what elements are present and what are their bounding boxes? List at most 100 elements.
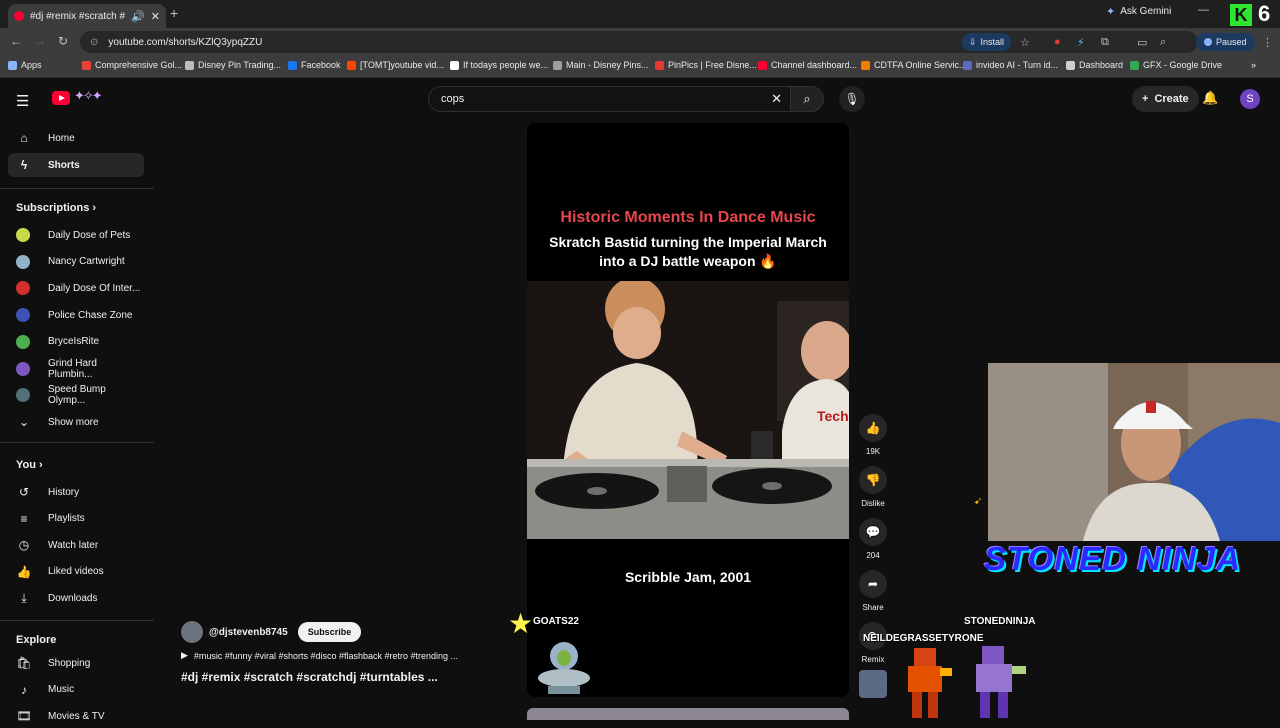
reload-icon[interactable]: ↻ xyxy=(58,34,68,48)
sidebar-item-liked-videos[interactable]: 👍 Liked videos xyxy=(8,560,144,584)
bookmark-item[interactable]: Comprehensive Gol... xyxy=(82,60,182,70)
voice-search-button[interactable]: 🎙 xyxy=(839,86,865,112)
share-button[interactable]: ➦ Share xyxy=(855,570,891,612)
next-short-thumbnail[interactable] xyxy=(527,708,849,720)
liked-icon: 👍 xyxy=(16,564,32,579)
tab-strip: #dj #remix #scratch #scratc 🔊 ✕ + ✦ Ask … xyxy=(0,0,1280,28)
bookmark-item[interactable]: CDTFA Online Servic... xyxy=(861,60,967,70)
subscriptions-heading[interactable]: Subscriptions › xyxy=(16,202,96,214)
channel-avatar[interactable] xyxy=(181,621,203,643)
install-label: Install xyxy=(980,37,1005,47)
clear-search-icon[interactable]: ✕ xyxy=(771,91,782,107)
bookmark-item[interactable]: Facebook xyxy=(288,60,341,70)
you-heading[interactable]: You › xyxy=(16,459,43,471)
subscription-item[interactable]: Daily Dose Of Inter... xyxy=(8,276,144,300)
bookmark-label: If todays people we... xyxy=(463,60,549,70)
stream-alert-left: GOATS22 xyxy=(533,616,579,627)
dislike-button[interactable]: 👎 Dislike xyxy=(855,466,891,508)
sidebar-item-watch-later[interactable]: ◷ Watch later xyxy=(8,533,144,557)
bookmarks-overflow-icon[interactable]: » xyxy=(1251,60,1256,70)
bookmark-item[interactable]: Dashboard xyxy=(1066,60,1123,70)
like-button[interactable]: 👍 19K xyxy=(855,414,891,456)
bookmark-item[interactable]: GFX - Google Drive xyxy=(1130,60,1222,70)
shorts-player[interactable]: Historic Moments In Dance Music Skratch … xyxy=(527,123,849,697)
subscription-item[interactable]: Daily Dose of Pets xyxy=(8,223,144,247)
sidebar-item-downloads[interactable]: ⤓ Downloads xyxy=(8,586,144,610)
site-info-icon[interactable]: ⊙ xyxy=(90,37,98,48)
search-input[interactable]: cops ✕ xyxy=(428,86,790,112)
subscription-item[interactable]: Nancy Cartwright xyxy=(8,250,144,274)
url-bar[interactable]: ⊙ youtube.com/shorts/KZlQ3ypqZZU xyxy=(80,31,1198,53)
account-avatar[interactable]: S xyxy=(1240,89,1260,109)
bookmarks-bar: Apps Comprehensive Gol... Disney Pin Tradi… xyxy=(0,56,1280,78)
youtube-logo-icon[interactable] xyxy=(52,91,70,105)
subscription-item[interactable]: Police Chase Zone xyxy=(8,303,144,327)
sidebar: ⌂ Home ϟ Shorts Subscriptions › Daily Do… xyxy=(0,120,154,723)
bookmark-item[interactable]: Apps xyxy=(8,60,42,70)
new-tab-button[interactable]: + xyxy=(170,5,178,21)
channel-name[interactable]: @djstevenb8745 xyxy=(209,627,288,638)
sidebar-item-music[interactable]: ♪ Music xyxy=(8,678,144,702)
subscription-item[interactable]: BryceIsRite xyxy=(8,330,144,354)
channel-avatar-icon xyxy=(16,334,30,349)
playlists-icon: ≡ xyxy=(20,511,28,526)
subscription-item[interactable]: Speed Bump Olymp... xyxy=(8,383,144,407)
share-label: Share xyxy=(862,603,884,612)
show-more-button[interactable]: ⌄ Show more xyxy=(8,410,144,434)
sidebar-item-shopping[interactable]: 🛍 Shopping xyxy=(8,651,144,675)
extensions-puzzle-icon[interactable]: ⧉ xyxy=(1101,36,1109,49)
video-subheadline: Skratch Bastid turning the Imperial Marc… xyxy=(549,234,827,269)
shorts-icon: ϟ xyxy=(20,158,28,172)
channel-avatar-icon xyxy=(16,361,30,376)
gemini-sparkle-icon: ✦ xyxy=(1106,6,1116,18)
back-icon[interactable]: ← xyxy=(10,34,22,48)
notifications-bell-icon[interactable]: 🔔 xyxy=(1202,90,1218,106)
bookmark-favicon-icon xyxy=(655,60,664,70)
subscription-item[interactable]: Grind Hard Plumbin... xyxy=(8,357,144,381)
bookmark-favicon-icon xyxy=(963,60,972,70)
bookmark-favicon-icon xyxy=(8,60,17,70)
browser-tab[interactable]: #dj #remix #scratch #scratc 🔊 ✕ xyxy=(8,4,166,28)
install-button[interactable]: ⇩ Install xyxy=(962,33,1012,51)
comments-button[interactable]: 💬 204 xyxy=(855,518,891,560)
sidebar-item-home[interactable]: ⌂ Home xyxy=(8,126,144,150)
tab-mute-icon[interactable]: 🔊 xyxy=(131,10,145,23)
bookmark-item[interactable]: Main - Disney Pins... xyxy=(553,60,649,70)
bookmark-item[interactable]: Disney Pin Trading... xyxy=(185,60,281,70)
bookmark-item[interactable]: If todays people we... xyxy=(450,60,548,70)
bookmark-item[interactable]: Channel dashboard... xyxy=(758,60,857,70)
minimize-icon[interactable]: — xyxy=(1198,4,1209,16)
tab-close-icon[interactable]: ✕ xyxy=(151,10,160,23)
tab-search-icon[interactable]: ⌕ xyxy=(1160,36,1166,49)
sidebar-item-movies-tv[interactable]: 🎞 Movies & TV xyxy=(8,704,144,728)
bookmark-item[interactable]: [TOMT]youtube vid... xyxy=(347,60,444,70)
sidebar-item-playlists[interactable]: ≡ Playlists xyxy=(8,507,144,531)
profile-paused-button[interactable]: Paused xyxy=(1196,33,1255,51)
ask-gemini-button[interactable]: ✦ Ask Gemini xyxy=(1106,5,1171,18)
sidebar-item-history[interactable]: ↺ History xyxy=(8,480,144,504)
extension-translate-icon[interactable]: ⚡ xyxy=(1077,36,1085,49)
bookmark-favicon-icon xyxy=(450,60,459,70)
short-title[interactable]: #dj #remix #scratch #scratchdj #turntabl… xyxy=(181,670,438,684)
audio-source-button[interactable] xyxy=(855,670,891,698)
browser-menu-icon[interactable]: ⋮ xyxy=(1262,36,1273,49)
menu-hamburger-icon[interactable]: ☰ xyxy=(16,92,29,110)
create-button[interactable]: + Create xyxy=(1132,86,1199,112)
bookmark-item[interactable]: PinPics | Free Disne... xyxy=(655,60,757,70)
logo-doodle-icon: ✦✧✦ xyxy=(74,88,103,103)
bookmark-star-icon[interactable]: ☆ xyxy=(1020,36,1030,49)
subscription-label: Police Chase Zone xyxy=(48,309,133,321)
create-label: Create xyxy=(1154,93,1189,105)
forward-icon[interactable]: → xyxy=(34,34,46,48)
sidebar-item-label: Liked videos xyxy=(48,566,104,578)
sidebar-item-shorts[interactable]: ϟ Shorts xyxy=(8,153,144,177)
bookmark-item[interactable]: invideo AI - Turn id... xyxy=(963,60,1058,70)
extension-pinterest-icon[interactable]: ● xyxy=(1054,36,1061,48)
music-row[interactable]: ▶ #music #funny #viral #shorts #disco #f… xyxy=(181,650,458,661)
media-control-icon[interactable]: ▭ xyxy=(1137,36,1147,49)
search-button[interactable]: ⌕ xyxy=(790,86,824,112)
plus-icon: + xyxy=(1142,93,1149,105)
history-icon: ↺ xyxy=(18,485,30,499)
subscribe-button[interactable]: Subscribe xyxy=(297,622,362,642)
microphone-icon: 🎙 xyxy=(844,92,860,106)
